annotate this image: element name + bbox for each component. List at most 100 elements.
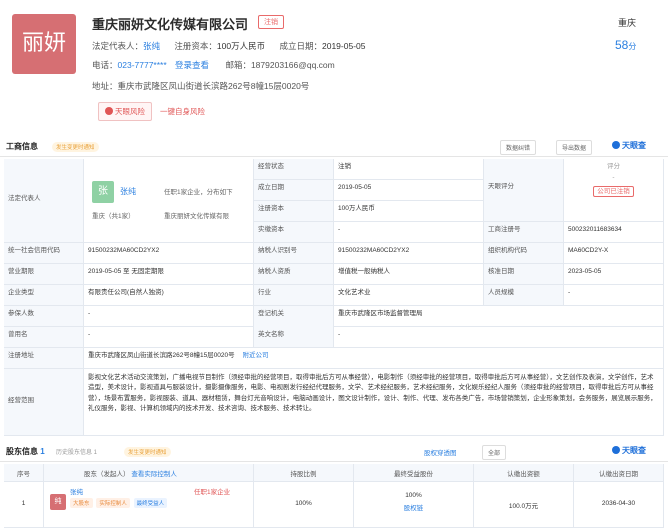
self-check-link[interactable]: 一键自身风险 [160,106,205,117]
found-date: 2019-05-05 [322,41,366,51]
former-label: 曾用名 [4,327,84,348]
paid-value: - [334,222,484,243]
shareholder-cell: 纯 张纯 任职1家企业 大股东 实际控制人 最终受益人 [44,482,254,528]
shareholder-avatar: 纯 [50,494,66,510]
legal-rep-cell: 张 张纯 任职1家企业，分布如下 重庆（共1家） 重庆丽妍文化传媒有限 [84,159,254,243]
type-label: 企业类型 [4,285,84,306]
col-final: 最终受益股份 [354,464,474,482]
company-name[interactable]: 重庆丽妍文化传媒有限公司 [92,14,248,33]
score-caption: 评分 [607,163,620,170]
basic-line: 法定代表人：张纯 注册资本：100万人民币 成立日期：2019-05-05 [92,41,366,51]
staff-value: - [564,285,664,306]
type-value: 有限责任公司(自然人独资) [84,285,254,306]
credit-value: 91500232MA60CD2YX2 [84,243,254,264]
col-name: 股东（发起人） 查看实际控制人 [44,464,254,482]
tianyan-score-cell: 评分 - 公司已注销 [564,159,664,222]
shareholder-jobs[interactable]: 任职1家企业 [194,486,230,496]
addr-value: 重庆市武隆区凤山街道长滨路262号8幢15层0020号 [88,352,235,359]
status-badge: 注销 [258,15,284,29]
term-label: 营业期限 [4,264,84,285]
tianyancha-brand: 天眼查 [612,445,646,456]
shareholder-section-header: 股东信息 1 历史股东信息 1 发生变更时通知 股权穿透图 全部 天眼查 [0,442,668,462]
eye-icon [612,141,620,149]
capital-value: 100万人民币 [216,41,266,51]
filter-select[interactable]: 全部 [482,445,507,460]
former-value: - [84,327,254,348]
company-logo: 丽妍 [12,14,76,74]
org-value: MA60CD2Y-X [564,243,664,264]
org-label: 组织机构代码 [484,243,564,264]
found-label: 成立日期 [254,180,334,201]
insured-value: - [84,306,254,327]
capital-value: 100万人民币 [334,201,484,222]
reg-no-label: 工商注册号 [484,222,564,243]
en-value: - [334,327,664,348]
credit-label: 统一社会信用代码 [4,243,84,264]
cancel-tag: 公司已注销 [593,185,634,197]
notify-badge[interactable]: 发生变更时通知 [124,447,171,457]
industry-label: 行业 [254,285,334,306]
insured-label: 参保人数 [4,306,84,327]
addr-label: 注册地址 [4,348,84,369]
score-value: 58分 [615,38,637,52]
col-paid: 认缴出资额 [474,464,574,482]
col-date: 认缴出资日期 [574,464,664,482]
export-button[interactable]: 导出数据 [556,140,593,155]
tag-beneficiary: 最终受益人 [133,498,168,508]
legal-avatar: 张 [92,181,114,203]
structure-link[interactable]: 股权穿透图 [424,447,457,457]
shareholder-table: 序号 股东（发起人） 查看实际控制人 持股比例 最终受益股份 认缴出资额 认缴出… [4,464,664,530]
approve-value: 2023-05-05 [564,264,664,285]
staff-label: 人员规模 [484,285,564,306]
section-title: 股东信息 1 [6,447,45,456]
col-no: 序号 [4,464,44,482]
correct-button[interactable]: 数据纠错 [500,140,537,155]
equity-chain-link[interactable]: 股权链 [358,502,469,512]
tax-label: 纳税人识别号 [254,243,334,264]
legal-rep-note: 任职1家企业，分布如下 [164,189,233,196]
nearby-link[interactable]: 附近公司 [242,352,268,359]
taxpayer-label: 纳税人资质 [254,264,334,285]
notify-badge[interactable]: 发生变更时通知 [52,142,99,152]
found-value: 2019-05-05 [334,180,484,201]
history-link[interactable]: 历史股东信息 1 [56,447,97,456]
section-title: 工商信息 [6,142,38,151]
tag-major: 大股东 [70,498,93,508]
approve-label: 核准日期 [484,264,564,285]
addr-cell: 重庆市武隆区凤山街道长滨路262号8幢15层0020号 附近公司 [84,348,664,369]
phone-value: 023-7777**** [117,60,167,70]
legal-rep-name[interactable]: 张纯 [120,187,136,198]
tianyan-score-label: 天眼评分 [484,159,564,222]
reg-no-value: 500232011683634 [564,222,664,243]
scope-value: 影视文化艺术活动交流策划，广播电视节目制作（须经审批的经营项目，取得审批后方可从… [84,369,664,436]
business-section-header: 工商信息 发生变更时通知 数据纠错 导出数据 天眼查 [0,137,668,157]
row-final: 100% 股权链 [354,482,474,528]
address-value: 重庆市武隆区凤山街道长滨路262号8幢15层0020号 [117,81,310,91]
tianyancha-brand: 天眼查 [612,140,646,151]
status-value: 注销 [334,159,484,180]
shareholder-name[interactable]: 张纯 [70,486,83,496]
capital-label: 注册资本 [254,201,334,222]
login-view-link[interactable]: 登录查看 [175,60,209,70]
contact-line: 电话：023-7777**** 登录查看 邮箱：1879203166@qq.co… [92,60,335,70]
industry-value: 文化艺术业 [334,285,484,306]
address-line: 地址：重庆市武隆区凤山街道长滨路262号8幢15层0020号 [92,81,310,91]
risk-button[interactable]: 天眼风险 [98,102,152,121]
score-dash: - [612,173,615,181]
legal-rep-company[interactable]: 重庆丽妍文化传媒有限 [164,213,229,222]
email-value[interactable]: 1879203166@qq.com [251,60,335,70]
paid-label: 实缴资本 [254,222,334,243]
eye-icon [612,446,620,454]
en-label: 英文名称 [254,327,334,348]
tag-controller: 实际控制人 [96,498,130,508]
legal-rep-region: 重庆（共1家） [92,213,135,220]
legal-rep-link[interactable]: 张纯 [143,41,160,51]
term-value: 2019-05-05 至 无固定期限 [84,264,254,285]
row-no: 1 [4,482,44,528]
risk-icon [105,107,113,115]
col-ratio: 持股比例 [254,464,354,482]
authority-value: 重庆市武隆区市场监督管理局 [334,306,664,327]
row-date: 2036-04-30 [574,482,664,528]
legal-rep-label: 法定代表人 [4,159,84,243]
company-header: 丽妍 重庆丽妍文化传媒有限公司 注销 法定代表人：张纯 注册资本：100万人民币… [0,0,668,130]
